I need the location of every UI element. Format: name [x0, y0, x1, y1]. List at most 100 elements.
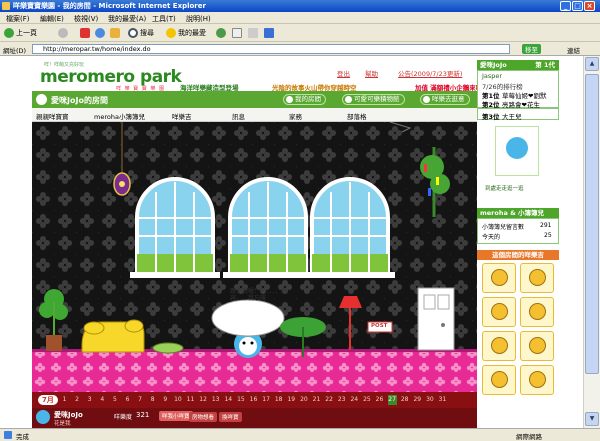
my-room-button[interactable]: 我的房間: [283, 94, 326, 105]
calendar-day[interactable]: 25: [362, 395, 371, 405]
merokichi-thumbnail[interactable]: [520, 263, 554, 293]
calendar-day[interactable]: 9: [161, 395, 170, 405]
print-icon: [248, 28, 258, 38]
merokichi-thumbnail[interactable]: [520, 297, 554, 327]
stop-button[interactable]: [80, 28, 92, 38]
calendar-day[interactable]: 21: [312, 395, 321, 405]
address-input[interactable]: [32, 44, 510, 54]
close-button[interactable]: ×: [584, 1, 595, 11]
mail-icon: [232, 28, 242, 38]
calendar-day[interactable]: 26: [375, 395, 384, 405]
bottom-button-1[interactable]: 咩我小咩寶: [159, 411, 193, 421]
calendar-day[interactable]: 23: [337, 395, 346, 405]
character-face-icon: [491, 371, 508, 388]
calendar-day[interactable]: 15: [236, 395, 245, 405]
bottom-button-3[interactable]: 換咩寶: [219, 412, 242, 422]
calendar-day[interactable]: 2: [73, 395, 82, 405]
scroll-thumb[interactable]: [585, 74, 599, 374]
calendar-day[interactable]: 12: [199, 395, 208, 405]
vertical-scrollbar[interactable]: ▲ ▼: [583, 56, 600, 428]
calendar-day[interactable]: 1: [60, 395, 69, 405]
tab-messages[interactable]: 訊息: [232, 111, 245, 121]
calendar-day[interactable]: 27: [387, 395, 397, 405]
calendar-day[interactable]: 3: [85, 395, 94, 405]
calendar-day[interactable]: 30: [425, 395, 434, 405]
help-link[interactable]: 幫助: [365, 68, 378, 78]
merokichi-thumbnail[interactable]: [520, 365, 554, 395]
favorites-button[interactable]: 我的最愛: [166, 28, 206, 38]
calendar-day[interactable]: 8: [148, 395, 157, 405]
rank-3-name[interactable]: 大王兒: [502, 111, 522, 121]
calendar-day[interactable]: 14: [224, 395, 233, 405]
best-friend[interactable]: Jasper: [482, 72, 502, 80]
notice-link[interactable]: 公告(2009/7/23更新): [398, 68, 462, 78]
back-button[interactable]: 上一頁: [4, 28, 37, 38]
tab-housework[interactable]: 家務: [289, 111, 302, 121]
maximize-button[interactable]: □: [572, 1, 583, 11]
room-tabs: 親親咩寶寶 meroha小簿簿兒 咩樂吉 訊息 家務 部落格: [32, 108, 477, 122]
museum-button[interactable]: 可愛可樂積物館: [342, 94, 405, 105]
menu-edit[interactable]: 編輯(E): [40, 14, 64, 24]
calendar-day[interactable]: 19: [287, 395, 296, 405]
merokichi-thumbnail[interactable]: [482, 365, 516, 395]
calendar-day[interactable]: 22: [325, 395, 334, 405]
calendar-day[interactable]: 29: [413, 395, 422, 405]
merokichi-thumbnail[interactable]: [482, 297, 516, 327]
gallery-title: 這個房間的咩樂吉: [492, 251, 544, 259]
logout-link[interactable]: 登出: [337, 68, 350, 78]
links-button[interactable]: 連結: [567, 45, 580, 55]
calendar-day[interactable]: 11: [186, 395, 195, 405]
calendar-day[interactable]: 20: [299, 395, 308, 405]
calendar-day[interactable]: 31: [438, 395, 447, 405]
ranking-panel-3: 第3位 大王兒: [477, 108, 559, 121]
room-scene[interactable]: 991 跟你說喔！！．．．．內容，…我忘嘍 POST: [32, 122, 477, 392]
calendar-day[interactable]: 4: [98, 395, 107, 405]
home-button[interactable]: [110, 28, 122, 38]
calendar-day[interactable]: 13: [211, 395, 220, 405]
favorites-label: 我的最愛: [178, 29, 206, 37]
history-button[interactable]: [216, 28, 228, 38]
profile-name: 愛咪JoJo: [480, 61, 507, 69]
edit-button[interactable]: [264, 28, 276, 38]
tab-blog[interactable]: 部落格: [347, 111, 367, 121]
tab-baby[interactable]: 親親咩寶寶: [36, 111, 69, 121]
site-logo[interactable]: meromero park: [40, 67, 182, 87]
scroll-up-arrow[interactable]: ▲: [585, 57, 599, 71]
calendar-day[interactable]: 10: [173, 395, 182, 405]
menu-favorites[interactable]: 我的最愛(A): [108, 14, 146, 24]
calendar-day[interactable]: 24: [350, 395, 359, 405]
minimize-button[interactable]: _: [560, 1, 571, 11]
merokichi-thumbnail[interactable]: [482, 263, 516, 293]
month-label[interactable]: 7月: [38, 395, 58, 405]
scroll-down-arrow[interactable]: ▼: [585, 412, 599, 426]
character-preview[interactable]: [495, 126, 539, 176]
search-label: 搜尋: [140, 29, 154, 37]
calendar-day[interactable]: 16: [249, 395, 258, 405]
status-bar: 完成 網際網路: [0, 428, 600, 441]
menu-view[interactable]: 檢視(V): [74, 14, 98, 24]
avatar: [36, 410, 50, 424]
tab-merokichi[interactable]: 咩樂吉: [172, 111, 192, 121]
calendar-day[interactable]: 5: [110, 395, 119, 405]
forward-button[interactable]: [58, 28, 70, 38]
bottom-button-2[interactable]: 房物想看: [189, 412, 218, 422]
search-button[interactable]: 搜尋: [128, 28, 154, 38]
merokichi-thumbnail[interactable]: [482, 331, 516, 361]
mail-button[interactable]: [232, 28, 244, 38]
star-icon: [166, 28, 176, 38]
print-button[interactable]: [248, 28, 260, 38]
go-button[interactable]: 移至: [522, 44, 541, 54]
stroll-button[interactable]: 咩樂去逛意: [420, 94, 470, 105]
calendar-day[interactable]: 18: [274, 395, 283, 405]
menu-file[interactable]: 檔案(F): [6, 14, 30, 24]
calendar-day[interactable]: 17: [262, 395, 271, 405]
refresh-button[interactable]: [95, 28, 107, 38]
merokichi-thumbnail[interactable]: [520, 331, 554, 361]
calendar-day[interactable]: 6: [123, 395, 132, 405]
calendar-day[interactable]: 28: [400, 395, 409, 405]
menu-help[interactable]: 說明(H): [186, 14, 211, 24]
tab-meroha[interactable]: meroha小簿簿兒: [94, 111, 145, 121]
menu-tools[interactable]: 工具(T): [152, 14, 176, 24]
visit-link[interactable]: 到處走走逛一逛: [485, 184, 524, 192]
calendar-day[interactable]: 7: [136, 395, 145, 405]
